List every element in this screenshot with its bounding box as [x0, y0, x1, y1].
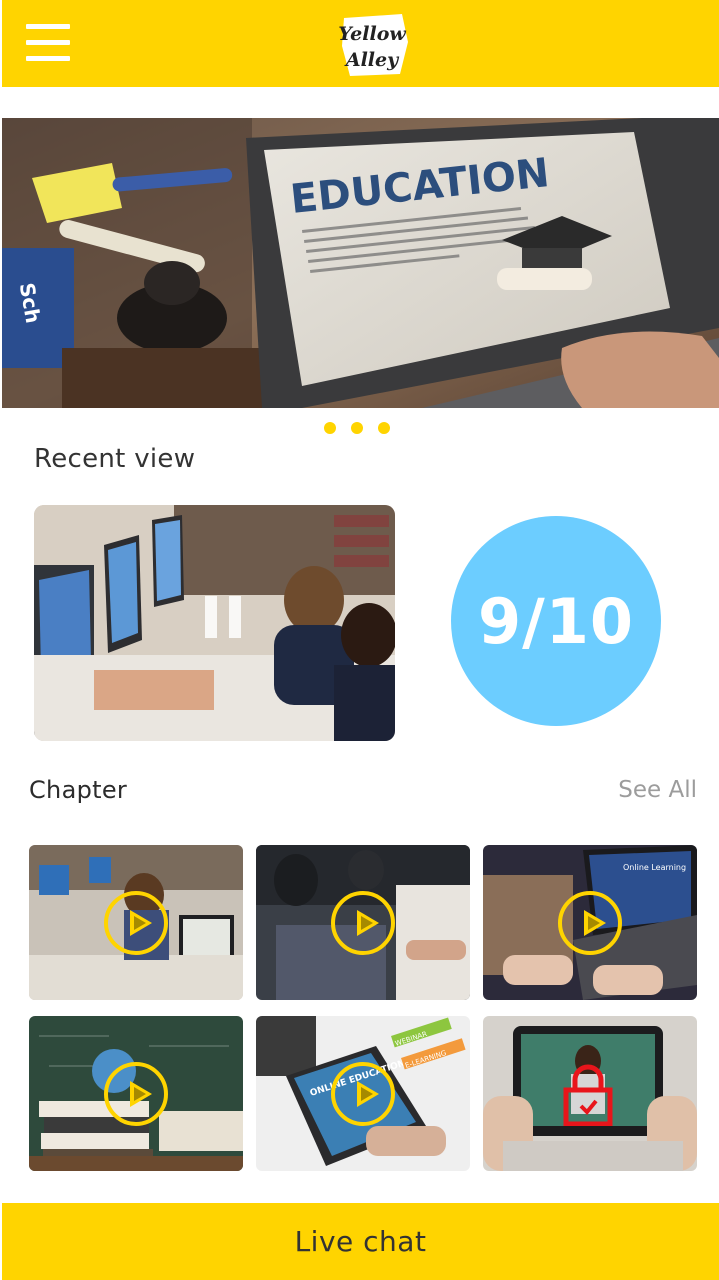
- carousel-dot[interactable]: [378, 422, 390, 434]
- carousel-dot[interactable]: [324, 422, 336, 434]
- play-icon[interactable]: [331, 890, 395, 955]
- chapter-title: Chapter: [29, 776, 128, 804]
- chapter-item[interactable]: [29, 845, 243, 1000]
- see-all-link[interactable]: See All: [618, 777, 697, 803]
- app-root: Yellow Alley Sch EDUCATION Recent view 9…: [0, 0, 719, 1280]
- chapter-item[interactable]: [29, 1016, 243, 1171]
- recent-video-card[interactable]: [34, 505, 395, 741]
- recent-view-title: Recent view: [34, 444, 196, 474]
- score-circle: 9/10: [451, 516, 661, 726]
- chapter-item[interactable]: ONLINE EDUCATION WEBINAR E-LEARNING: [256, 1016, 470, 1171]
- live-chat-label: Live chat: [294, 1225, 427, 1258]
- education-banner[interactable]: Sch EDUCATION: [2, 118, 719, 408]
- hamburger-menu-icon[interactable]: [26, 24, 70, 62]
- play-icon[interactable]: [331, 1061, 395, 1126]
- play-icon[interactable]: [104, 1061, 168, 1126]
- logo-line1: Yellow: [338, 23, 406, 45]
- score-text: 9/10: [477, 584, 635, 658]
- chapter-item-locked[interactable]: [483, 1016, 697, 1171]
- yellow-alley-logo: Yellow Alley: [338, 14, 408, 76]
- live-chat-button[interactable]: Live chat: [2, 1203, 719, 1280]
- lock-icon: [563, 1064, 613, 1126]
- thumb-screen-text: Online Learning: [623, 863, 686, 872]
- carousel-dot[interactable]: [351, 422, 363, 434]
- play-icon[interactable]: [104, 890, 168, 955]
- chapter-item[interactable]: [256, 845, 470, 1000]
- play-icon[interactable]: [558, 890, 622, 955]
- logo-line2: Alley: [344, 49, 400, 71]
- carousel-dots[interactable]: [324, 422, 390, 434]
- chapter-item[interactable]: Online Learning: [483, 845, 697, 1000]
- top-app-bar: Yellow Alley: [2, 0, 719, 87]
- pause-icon[interactable]: [205, 596, 243, 638]
- banner-illustration: Sch EDUCATION: [2, 118, 719, 408]
